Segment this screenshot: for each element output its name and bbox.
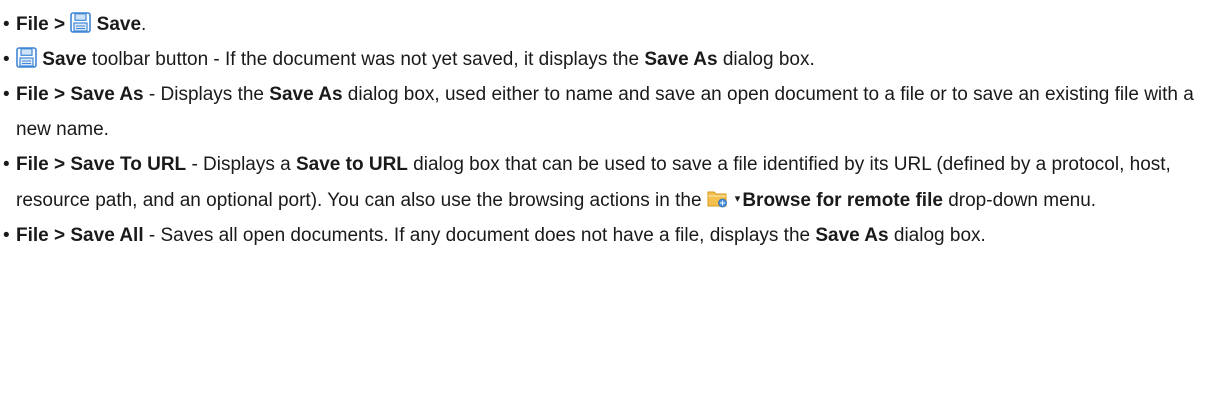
description-text: - Displays the <box>143 84 270 105</box>
menu-name: Browse for remote file <box>742 190 943 211</box>
command-name: Save <box>42 49 87 70</box>
bullet: • <box>3 49 10 70</box>
command-name: Save <box>96 14 142 35</box>
description-text: - Displays a <box>186 154 296 175</box>
dialog-name: Save As <box>269 84 343 105</box>
description-text: dialog box. <box>717 49 815 70</box>
bullet: • <box>3 84 10 105</box>
bullet: • <box>3 14 10 35</box>
description-text: drop-down menu. <box>942 190 1097 211</box>
bullet: • <box>3 225 10 246</box>
menu-path: File > Save All <box>16 225 144 246</box>
list-item-file-save-as: • File > Save As - Displays the Save As … <box>0 77 1228 147</box>
save-commands-list: • File > Save. • Save toolbar button - I… <box>0 0 1228 253</box>
folder-remote-icon <box>707 191 727 208</box>
floppy-disk-icon <box>70 12 92 33</box>
list-item-save-toolbar: • Save toolbar button - If the document … <box>0 42 1228 77</box>
list-item-file-save: • File > Save. <box>0 7 1228 42</box>
dialog-name: Save As <box>815 225 889 246</box>
menu-path: File > <box>16 14 66 35</box>
list-item-file-save-to-url: • File > Save To URL - Displays a Save t… <box>0 147 1228 218</box>
dialog-name: Save to URL <box>295 154 408 175</box>
dropdown-caret: ▾ <box>734 193 741 205</box>
description-text: - Saves all open documents. If any docum… <box>143 225 816 246</box>
description-text: toolbar button - If the document was not… <box>86 49 645 70</box>
description-text: dialog box. <box>888 225 986 246</box>
bullet: • <box>3 154 10 175</box>
floppy-disk-icon <box>16 47 37 68</box>
menu-path: File > Save As <box>16 84 144 105</box>
dialog-name: Save As <box>644 49 718 70</box>
menu-path: File > Save To URL <box>16 154 187 175</box>
list-item-file-save-all: • File > Save All - Saves all open docum… <box>0 218 1228 253</box>
text-end: . <box>141 14 147 35</box>
